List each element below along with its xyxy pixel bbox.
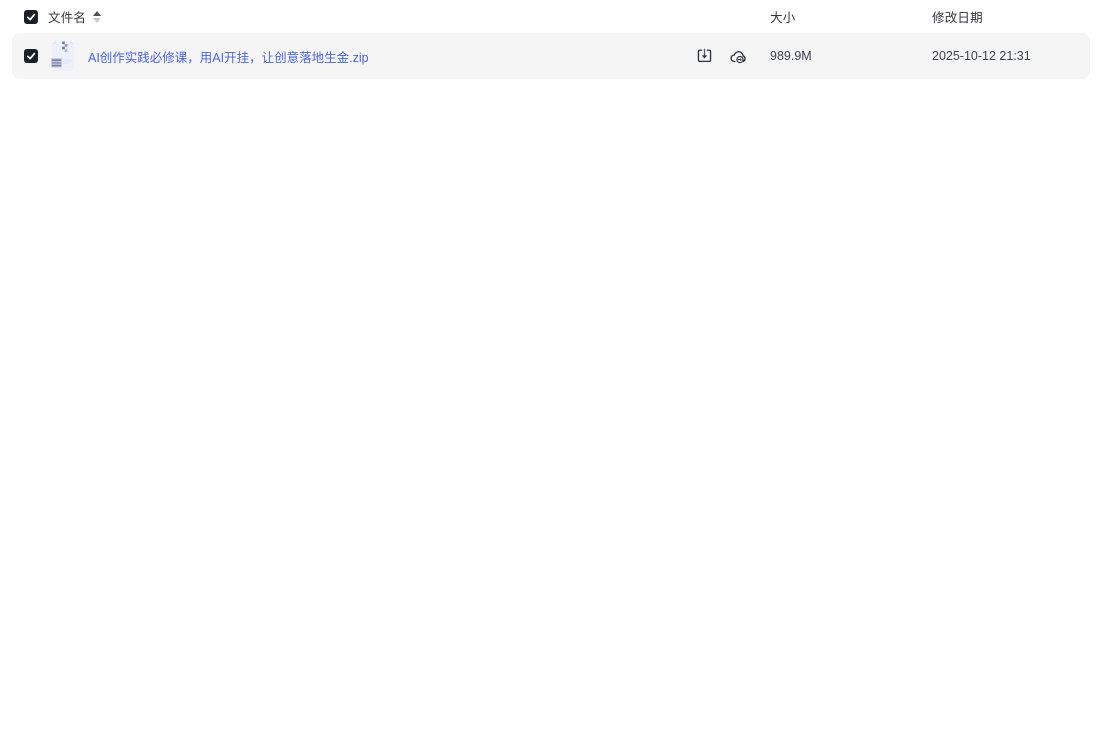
- row-checkbox-cell: [24, 33, 38, 79]
- size-column-header[interactable]: 大小: [770, 0, 930, 33]
- zip-file-icon: ZIP: [51, 40, 74, 71]
- row-checkbox[interactable]: [24, 49, 38, 63]
- save-to-cloud-button[interactable]: [729, 47, 747, 65]
- sort-asc-arrow: [93, 10, 102, 16]
- download-icon: [697, 48, 711, 62]
- size-column-label: 大小: [770, 11, 796, 25]
- select-all-checkbox[interactable]: [24, 9, 38, 24]
- list-header: 文件名 大小 修改日期: [0, 0, 1102, 33]
- name-column-header[interactable]: 文件名: [48, 0, 102, 33]
- file-size-cell: 989.9M: [770, 33, 930, 79]
- file-size: 989.9M: [770, 49, 812, 63]
- sort-desc-arrow: [93, 17, 102, 23]
- file-list-page: 文件名 大小 修改日期 ZIP AI创作实践必修课，用AI开挂，让创意落地生金.…: [0, 0, 1102, 751]
- download-button[interactable]: [695, 47, 713, 65]
- file-name-link[interactable]: AI创作实践必修课，用AI开挂，让创意落地生金.zip: [88, 47, 369, 66]
- check-icon: [26, 13, 36, 20]
- row-actions: [695, 33, 767, 79]
- name-column-label: 文件名: [48, 11, 87, 25]
- select-all-cell: [24, 0, 38, 33]
- modified-column-label: 修改日期: [932, 11, 983, 25]
- table-row[interactable]: ZIP AI创作实践必修课，用AI开挂，让创意落地生金.zip 989.9M 2…: [12, 33, 1090, 79]
- file-modified-cell: 2025-10-12 21:31: [932, 33, 1092, 79]
- file-icon-cell: ZIP: [48, 33, 78, 79]
- check-icon: [26, 52, 36, 60]
- sort-icon[interactable]: [93, 10, 102, 23]
- modified-column-header[interactable]: 修改日期: [932, 0, 1092, 33]
- file-modified-date: 2025-10-12 21:31: [932, 49, 1031, 63]
- file-name-cell: AI创作实践必修课，用AI开挂，让创意落地生金.zip: [88, 33, 369, 79]
- cloud-transfer-icon: [730, 50, 746, 63]
- svg-text:ZIP: ZIP: [64, 60, 73, 66]
